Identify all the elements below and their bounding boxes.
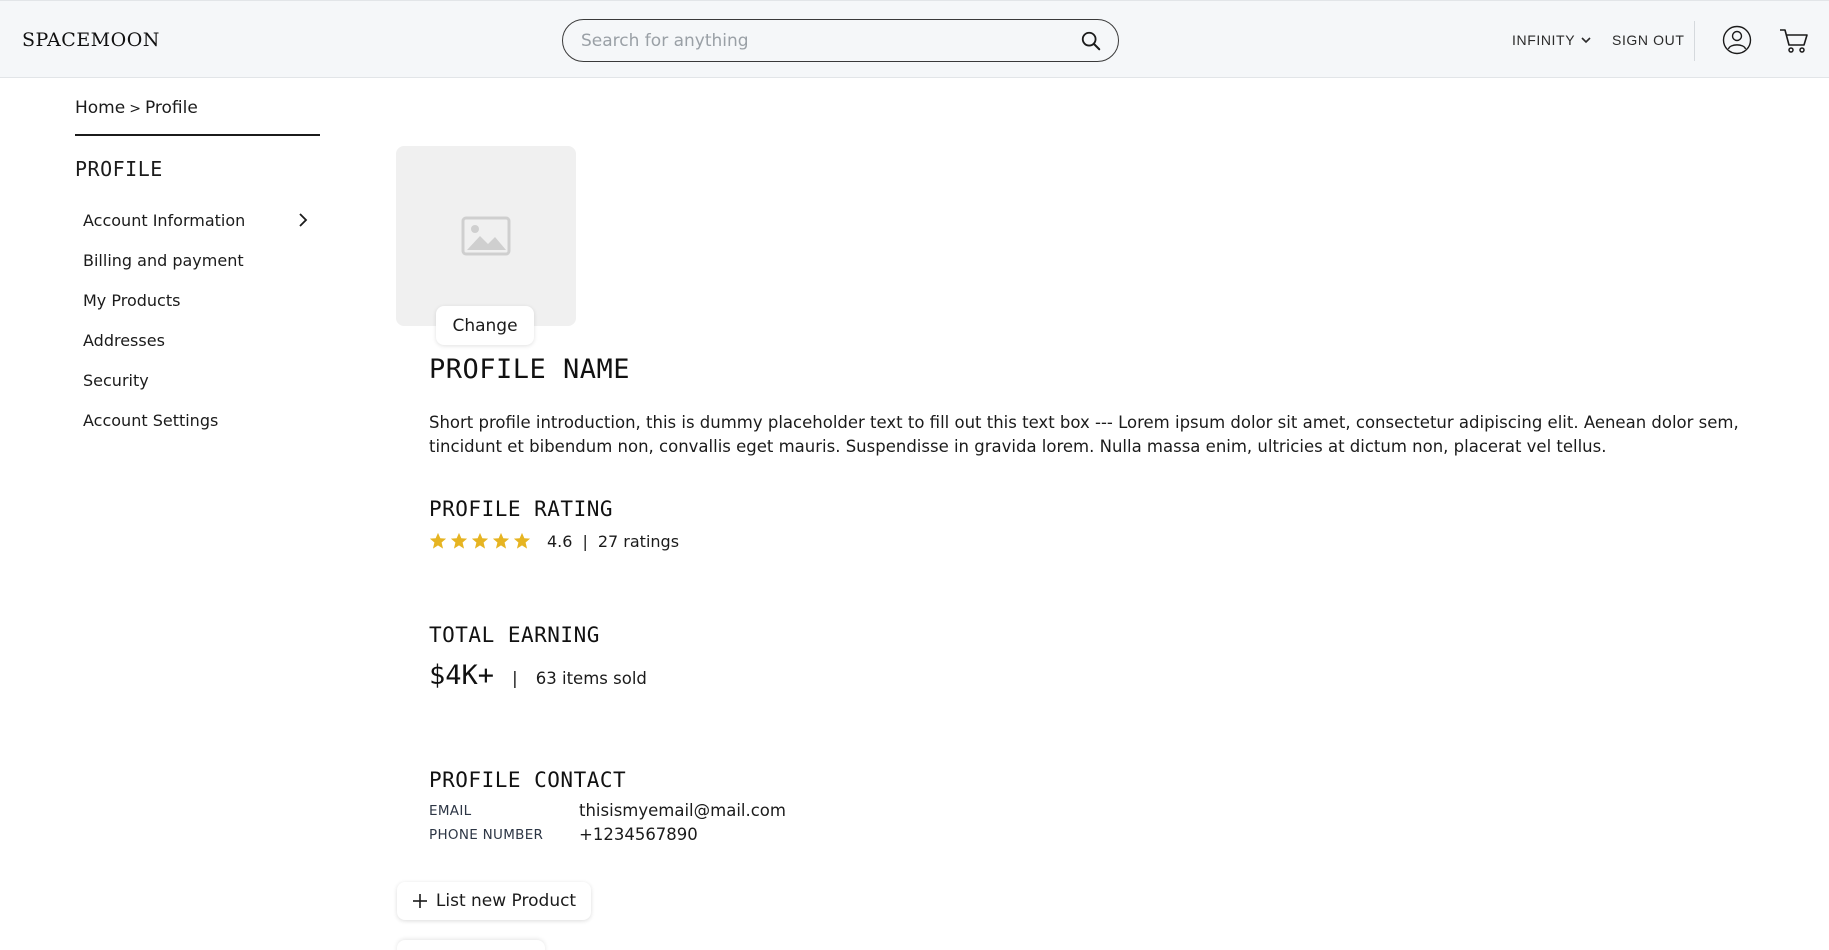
top-header: SPACEMOON INFINITY SIGN OUT <box>0 0 1829 78</box>
plus-icon <box>412 894 427 908</box>
secondary-action-button[interactable] <box>397 940 545 950</box>
sidebar-item-label: Account Settings <box>83 410 219 430</box>
sidebar-menu: Account Information Billing and payment … <box>83 200 315 440</box>
star-icon <box>513 532 531 549</box>
list-new-product-label: List new Product <box>435 891 577 911</box>
items-sold: 63 items sold <box>535 669 647 688</box>
profile-intro: Short profile introduction, this is dumm… <box>429 413 1739 456</box>
sidebar-item-label: My Products <box>83 290 181 310</box>
sidebar-title: PROFILE <box>75 157 163 181</box>
infinity-menu-label: INFINITY <box>1512 32 1576 48</box>
sign-out-link[interactable]: SIGN OUT <box>1612 32 1684 48</box>
phone-value: +1234567890 <box>579 825 698 844</box>
breadcrumb: Home > Profile <box>75 98 320 136</box>
sidebar-item-label: Security <box>83 370 149 390</box>
sidebar-item-addresses[interactable]: Addresses <box>83 320 315 360</box>
phone-label: PHONE NUMBER <box>429 826 544 843</box>
sidebar-item-label: Billing and payment <box>83 250 244 270</box>
rating-stars <box>429 532 531 550</box>
earning-row: $4K+ | 63 items sold <box>429 660 647 691</box>
sidebar-item-security[interactable]: Security <box>83 360 315 400</box>
chevron-right-icon <box>299 213 308 227</box>
search-bar[interactable] <box>562 19 1119 62</box>
contact-email-row: EMAIL thisismyemail@mail.com <box>429 801 786 820</box>
image-placeholder-icon <box>461 216 511 256</box>
rating-title: PROFILE RATING <box>429 497 614 521</box>
earning-title: TOTAL EARNING <box>429 623 600 647</box>
rating-count: 27 ratings <box>597 531 680 551</box>
sidebar-item-billing[interactable]: Billing and payment <box>83 240 315 280</box>
sidebar-item-account-information[interactable]: Account Information <box>83 200 315 240</box>
email-value: thisismyemail@mail.com <box>579 801 786 820</box>
change-avatar-button[interactable]: Change <box>436 306 534 345</box>
contact-phone-row: PHONE NUMBER +1234567890 <box>429 825 698 844</box>
list-new-product-button[interactable]: List new Product <box>397 882 591 920</box>
sidebar-item-my-products[interactable]: My Products <box>83 280 315 320</box>
rating-separator: | <box>582 531 588 551</box>
star-icon <box>492 532 510 549</box>
breadcrumb-separator: > <box>129 101 141 117</box>
contact-title: PROFILE CONTACT <box>429 768 627 792</box>
chevron-down-icon <box>1581 37 1591 44</box>
earning-amount: $4K+ <box>429 660 495 691</box>
search-input[interactable] <box>581 28 1051 53</box>
sidebar-item-account-settings[interactable]: Account Settings <box>83 400 315 440</box>
profile-avatar <box>396 146 576 326</box>
header-divider <box>1694 21 1695 61</box>
sidebar-item-label: Addresses <box>83 330 165 350</box>
rating-value: 4.6 <box>547 531 573 551</box>
infinity-menu[interactable]: INFINITY <box>1512 32 1591 48</box>
brand-logo[interactable]: SPACEMOON <box>22 29 160 51</box>
rating-row: 4.6 | 27 ratings <box>429 530 679 552</box>
breadcrumb-current: Profile <box>144 98 198 118</box>
profile-name: PROFILE NAME <box>429 354 631 385</box>
search-icon[interactable] <box>1080 30 1102 52</box>
breadcrumb-home[interactable]: Home <box>75 98 125 118</box>
cart-icon[interactable] <box>1778 25 1810 55</box>
star-icon <box>429 532 447 549</box>
star-icon <box>450 532 468 549</box>
email-label: EMAIL <box>429 802 472 819</box>
star-icon <box>471 532 489 549</box>
sidebar-item-label: Account Information <box>83 210 246 230</box>
user-icon[interactable] <box>1722 25 1752 55</box>
earning-separator: | <box>512 669 518 689</box>
